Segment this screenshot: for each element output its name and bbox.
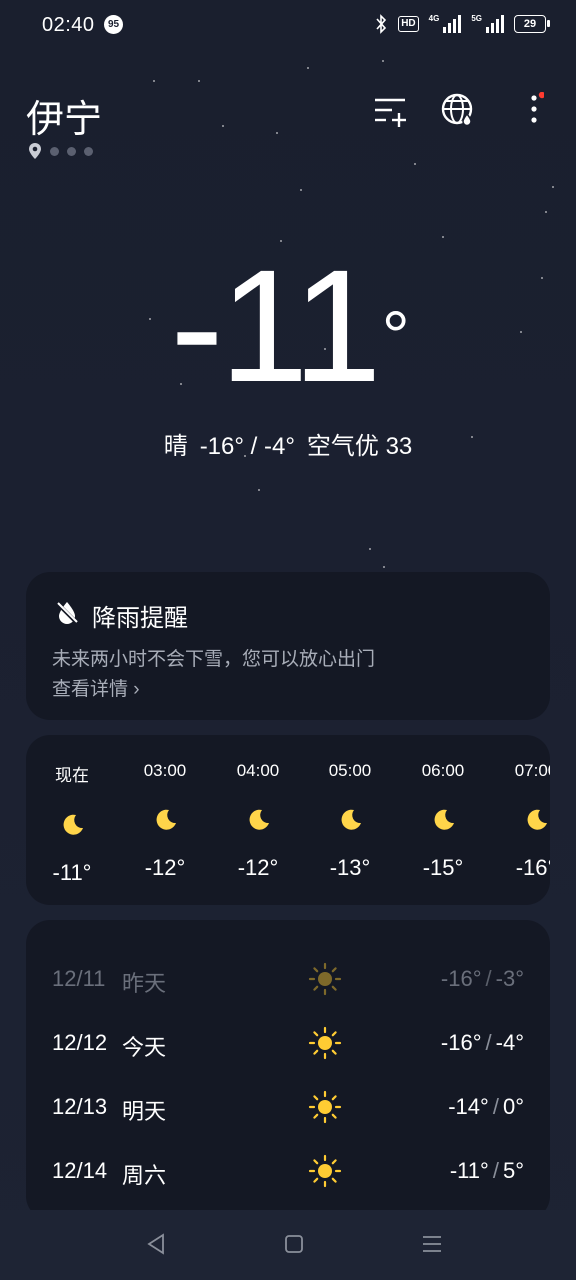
hour-time: 06:00 bbox=[421, 761, 465, 780]
sun-icon bbox=[308, 1154, 342, 1188]
recents-menu-icon[interactable] bbox=[420, 1232, 444, 1256]
day-date: 12/13 bbox=[52, 1094, 108, 1119]
day-date: 12/12 bbox=[52, 1030, 108, 1055]
sun-icon bbox=[308, 1090, 342, 1124]
network-5g-label: 5G bbox=[471, 13, 482, 23]
sun-icon bbox=[308, 1026, 342, 1060]
hour-time: 现在 bbox=[55, 766, 89, 785]
status-time: 02:40 bbox=[42, 14, 95, 36]
day-date: 12/11 bbox=[52, 966, 106, 991]
hour-temp: -12° bbox=[237, 855, 279, 880]
battery-icon: 29 bbox=[514, 15, 550, 33]
list-add-icon[interactable] bbox=[372, 92, 408, 128]
day-temp-range: -11°/5° bbox=[449, 1158, 524, 1183]
hour-temp: -13° bbox=[329, 855, 371, 880]
hourly-forecast-card[interactable]: 现在 -11° 03:00 -12° 04:00 -12° 05:00 -13°… bbox=[26, 735, 550, 905]
day-row[interactable]: 12/11 昨天 -16° / -3° bbox=[52, 958, 524, 998]
condition-text: 晴 bbox=[163, 433, 188, 460]
hd-icon: HD bbox=[398, 16, 419, 32]
moon-icon bbox=[249, 809, 269, 830]
page-dot bbox=[50, 146, 59, 156]
daily-forecast-card[interactable]: 12/11 昨天 -16° / -3° 12/12 今天 -16° / -4° 12/1… bbox=[26, 920, 550, 1220]
temp-range: -16° / -4° bbox=[199, 433, 295, 460]
hour-item[interactable]: 05:00 -13° bbox=[304, 761, 396, 881]
hour-temp: -15° bbox=[422, 855, 464, 880]
more-vertical-icon[interactable] bbox=[530, 92, 544, 128]
hour-temp: -11° bbox=[52, 860, 92, 885]
moon-icon bbox=[434, 809, 454, 830]
navigation-bar bbox=[0, 1210, 576, 1280]
day-temp-range: -14°/0° bbox=[448, 1094, 524, 1119]
notification-badge: 95 bbox=[104, 15, 123, 34]
day-temp-range: -16° / -4° bbox=[440, 1030, 524, 1055]
hour-item[interactable]: 06:00 -15° bbox=[397, 761, 489, 881]
page-dot bbox=[67, 146, 76, 156]
hour-time: 04:00 bbox=[236, 761, 280, 780]
day-date: 12/14 bbox=[52, 1158, 108, 1183]
hour-time: 03:00 bbox=[143, 761, 187, 780]
sun-icon bbox=[308, 962, 342, 996]
hour-temp: -16° bbox=[515, 855, 550, 880]
day-name: 明天 bbox=[122, 1099, 167, 1124]
moon-icon bbox=[341, 809, 361, 830]
hour-time: 07:00 bbox=[514, 761, 550, 780]
day-row[interactable]: 12/14 周六 -11°/5° bbox=[52, 1150, 524, 1190]
hour-item[interactable]: 现在 -11° bbox=[26, 761, 118, 886]
hour-temp: -12° bbox=[144, 855, 186, 880]
signal-icon bbox=[443, 15, 462, 33]
page-dot bbox=[84, 146, 93, 156]
day-name: 昨天 bbox=[122, 971, 167, 996]
day-row[interactable]: 12/12 今天 -16° / -4° bbox=[52, 1022, 524, 1062]
home-square-icon[interactable] bbox=[282, 1232, 306, 1256]
moon-icon bbox=[63, 814, 83, 835]
hour-item[interactable]: 04:00 -12° bbox=[212, 761, 304, 881]
status-icons: HD 4G 5G 29 bbox=[374, 13, 550, 34]
moon-icon bbox=[156, 809, 176, 830]
day-name: 今天 bbox=[122, 1035, 167, 1060]
current-temperature: -11° bbox=[170, 236, 410, 415]
bluetooth-icon bbox=[376, 14, 387, 34]
rain-alert-description: 未来两小时不会下雪，您可以放心出门 bbox=[52, 649, 376, 670]
city-name[interactable]: 伊宁 bbox=[26, 88, 102, 143]
day-row[interactable]: 12/13 明天 -14°/0° bbox=[52, 1086, 524, 1126]
current-summary: 晴 -16° / -4° 空气优 33 bbox=[0, 426, 576, 461]
rain-alert-title: 降雨提醒 bbox=[92, 605, 188, 632]
hour-item[interactable]: 07:00 -16° bbox=[490, 761, 550, 881]
signal-icon-2 bbox=[486, 15, 504, 33]
view-details-link[interactable]: 查看详情 › bbox=[52, 674, 140, 701]
notification-dot bbox=[538, 92, 544, 99]
network-4g-label: 4G bbox=[428, 13, 440, 23]
air-quality[interactable]: 空气优 33 bbox=[307, 433, 412, 460]
hour-item[interactable]: 03:00 -12° bbox=[119, 761, 211, 881]
hour-time: 05:00 bbox=[328, 761, 372, 780]
day-name: 周六 bbox=[122, 1163, 167, 1188]
day-temp-range: -16° / -3° bbox=[440, 966, 524, 991]
page-indicator bbox=[28, 142, 93, 160]
status-bar: 02:40 95 HD 4G 5G 29 bbox=[0, 0, 576, 50]
no-rain-icon bbox=[55, 601, 79, 625]
moon-icon bbox=[527, 809, 547, 830]
back-triangle-icon[interactable] bbox=[144, 1232, 168, 1256]
location-pin-icon bbox=[29, 143, 41, 159]
globe-icon[interactable] bbox=[440, 92, 476, 128]
rain-alert-card[interactable]: 降雨提醒 未来两小时不会下雪，您可以放心出门 查看详情 › bbox=[26, 572, 550, 720]
